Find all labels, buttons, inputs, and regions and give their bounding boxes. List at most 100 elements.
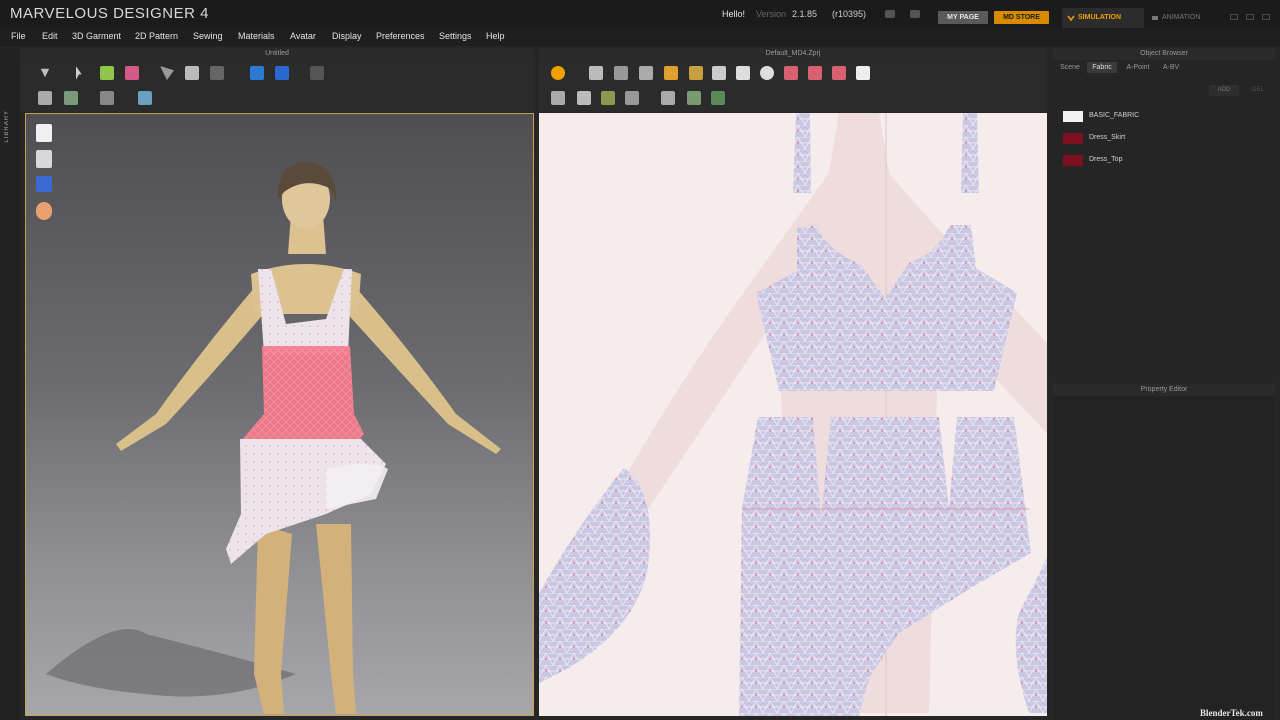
grid-pattern-icon[interactable] [687, 91, 701, 105]
pattern-ruffle-left [539, 468, 651, 683]
internal-circle-icon[interactable] [832, 66, 846, 80]
avatar-right-leg [316, 524, 356, 714]
fabric-item[interactable]: Dress_Top [1061, 155, 1271, 167]
curve-point-icon[interactable] [689, 66, 703, 80]
tab-scene[interactable]: Scene [1057, 62, 1083, 73]
chevron-down-icon [1067, 15, 1075, 22]
menu-file[interactable]: File [11, 31, 26, 41]
tab-fabric[interactable]: Fabric [1087, 62, 1117, 73]
circle-icon[interactable] [760, 66, 774, 80]
pattern-ruffle-right [1015, 558, 1047, 713]
delete-label: DEL [1252, 87, 1264, 93]
version-value: 2.1.85 [792, 9, 818, 19]
point-tool-icon[interactable] [38, 91, 52, 105]
close-icon[interactable] [1262, 14, 1270, 20]
viewport-2d[interactable] [539, 113, 1047, 716]
viewport-3d[interactable] [25, 113, 534, 716]
film-icon [1152, 16, 1158, 20]
brush-icon[interactable] [185, 66, 199, 80]
menu-3d-garment[interactable]: 3D Garment [72, 31, 121, 41]
library-strip[interactable]: LIBRARY [0, 48, 20, 720]
refresh-icon[interactable] [551, 66, 565, 80]
measure-icon[interactable] [310, 66, 324, 80]
app-window: MARVELOUS DESIGNER 4 Hello! Version 2.1.… [0, 0, 1280, 720]
library-label: LIBRARY [4, 110, 10, 143]
my-page-button[interactable]: MY PAGE [938, 11, 988, 24]
transform-pattern-icon[interactable] [589, 66, 603, 80]
grid-tool-icon[interactable] [64, 91, 78, 105]
fabric-name: Dress_Skirt [1089, 134, 1126, 141]
view2d-header: Default_MD4.Zprj [539, 48, 1047, 60]
menu-materials[interactable]: Materials [238, 31, 275, 41]
delete-fabric-button[interactable]: DEL [1243, 85, 1273, 96]
fabric-swatch [1063, 111, 1083, 122]
fabric-item[interactable]: Dress_Skirt [1061, 133, 1271, 145]
animation-label: ANIMATION [1162, 14, 1201, 21]
menu-help[interactable]: Help [486, 31, 505, 41]
free-sewing-icon[interactable] [577, 91, 591, 105]
arrow-down-icon[interactable] [40, 68, 50, 78]
select-move-icon[interactable] [76, 66, 82, 80]
edit-curve-icon[interactable] [639, 66, 653, 80]
edit-sewing-icon[interactable] [601, 91, 615, 105]
internal-rectangle-icon[interactable] [808, 66, 822, 80]
edit-pattern-icon[interactable] [614, 66, 628, 80]
internal-polygon-icon[interactable] [784, 66, 798, 80]
menu-avatar[interactable]: Avatar [290, 31, 316, 41]
add-point-icon[interactable] [664, 66, 678, 80]
menu-edit[interactable]: Edit [42, 31, 58, 41]
avatar-scene [46, 162, 501, 714]
speaker-icon[interactable] [885, 10, 895, 18]
view3d-title: Untitled [265, 50, 289, 57]
sewing-tool-icon[interactable] [100, 91, 114, 105]
menu-display[interactable]: Display [332, 31, 362, 41]
tack-icon[interactable] [625, 91, 639, 105]
md-store-button[interactable]: MD STORE [994, 11, 1049, 24]
add-label: ADD [1217, 87, 1231, 93]
pants-icon[interactable] [275, 66, 289, 80]
simulation-tab[interactable]: SIMULATION [1062, 8, 1144, 28]
fabric-item[interactable]: BASIC_FABRIC [1061, 111, 1271, 123]
menu-sewing[interactable]: Sewing [193, 31, 223, 41]
shirt-icon[interactable] [250, 66, 264, 80]
view3d-toolbar [20, 60, 534, 112]
rectangle-icon[interactable] [736, 66, 750, 80]
select-pattern-icon[interactable] [661, 91, 675, 105]
version-label: Version [756, 9, 787, 19]
tab-a-bv[interactable]: A-BV [1157, 62, 1185, 73]
fabric-name: BASIC_FABRIC [1089, 112, 1140, 119]
dress-ruffle [326, 464, 388, 509]
pin-icon[interactable] [160, 66, 174, 80]
maximize-icon[interactable] [1246, 14, 1254, 20]
add-fabric-button[interactable]: ADD [1209, 85, 1239, 96]
watermark: BlenderTek.com [1200, 708, 1263, 718]
menu-2d-pattern[interactable]: 2D Pattern [135, 31, 178, 41]
animation-tab[interactable]: ANIMATION [1146, 8, 1222, 28]
view2d-toolbar [539, 60, 1047, 112]
title-bar: MARVELOUS DESIGNER 4 Hello! Version 2.1.… [0, 0, 1280, 28]
garment-select-icon[interactable] [100, 66, 114, 80]
property-editor-panel: Property Editor [1053, 384, 1275, 720]
tab-a-point[interactable]: A-Point [1123, 62, 1153, 73]
my-page-label: MY PAGE [947, 14, 979, 21]
segment-sewing-icon[interactable] [551, 91, 565, 105]
trace-icon[interactable] [711, 91, 725, 105]
polygon-icon[interactable] [712, 66, 726, 80]
flatten-tool-icon[interactable] [138, 91, 152, 105]
md-store-label: MD STORE [1003, 14, 1040, 21]
garment-fold-icon[interactable] [125, 66, 139, 80]
menu-preferences[interactable]: Preferences [376, 31, 425, 41]
avatar-pose-icon[interactable] [210, 66, 224, 80]
menu-settings[interactable]: Settings [439, 31, 472, 41]
object-browser-panel: Object Browser Scene Fabric A-Point A-BV… [1053, 48, 1275, 380]
object-browser-header: Object Browser [1053, 48, 1275, 60]
app-title: MARVELOUS DESIGNER 4 [10, 5, 209, 22]
dart-icon[interactable] [856, 66, 870, 80]
view2d-title: Default_MD4.Zprj [765, 50, 821, 57]
minimize-icon[interactable] [1230, 14, 1238, 20]
fabric-swatch [1063, 155, 1083, 166]
menu-bar: File Edit 3D Garment 2D Pattern Sewing M… [0, 28, 1280, 46]
property-editor-header: Property Editor [1053, 384, 1275, 396]
tools-icon[interactable] [910, 10, 920, 18]
fabric-name: Dress_Top [1089, 156, 1123, 163]
